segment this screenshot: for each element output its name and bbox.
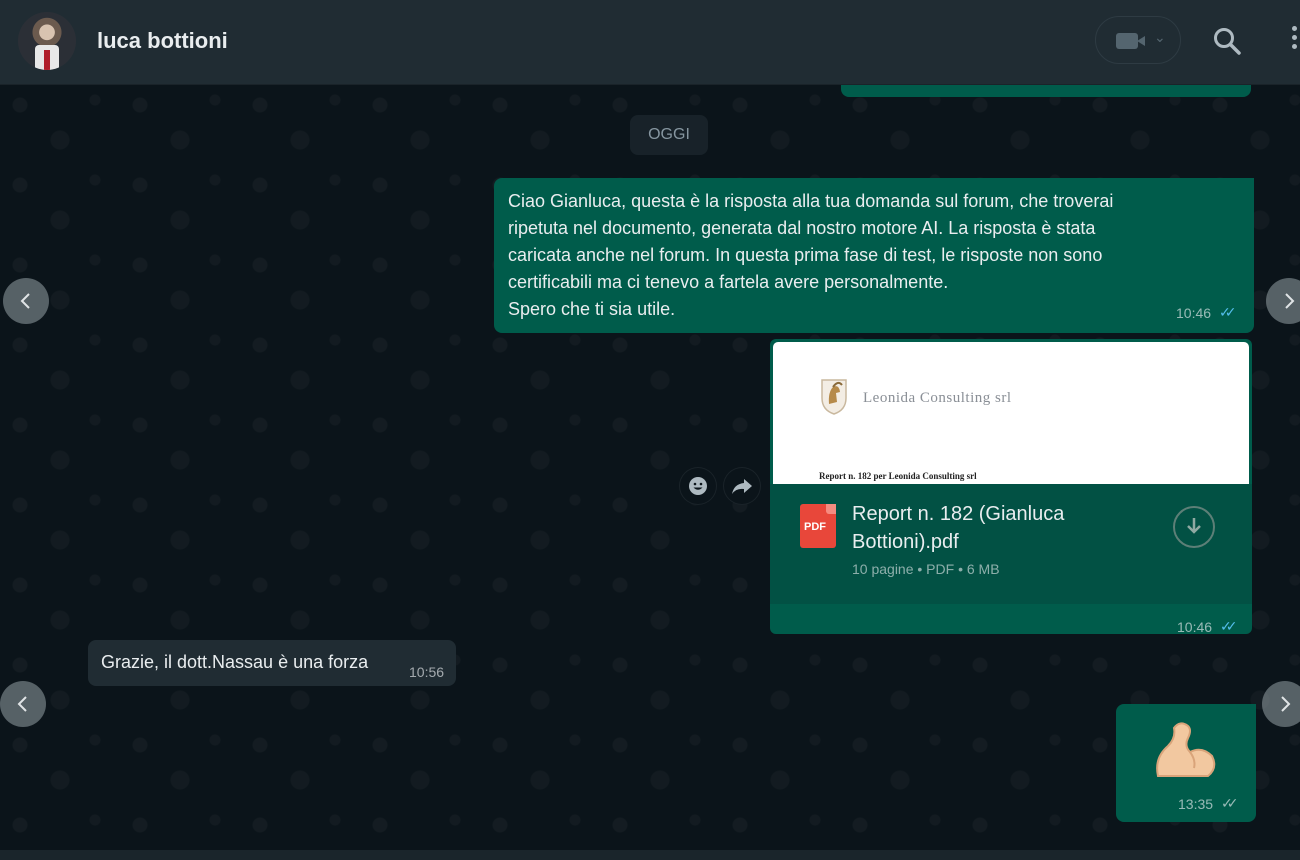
footer-strip [0, 850, 1300, 860]
outgoing-message[interactable]: Ciao Gianluca, questa è la risposta alla… [494, 178, 1254, 333]
chevron-left-icon [17, 696, 27, 712]
forward-arrow-icon [732, 479, 752, 494]
chevron-right-icon [1281, 696, 1291, 712]
message-text: Ciao Gianluca, questa è la risposta alla… [508, 191, 1114, 319]
pdf-file-icon: PDF [800, 504, 836, 548]
chevron-right-icon [1285, 293, 1295, 309]
message-time: 13:35 [1178, 796, 1214, 812]
flexed-biceps-emoji [1156, 722, 1216, 777]
message-time: 10:46 [1176, 305, 1212, 321]
document-info-row[interactable]: PDF Report n. 182 (Gianluca Bottioni).pd… [770, 484, 1252, 604]
previous-message-bubble [841, 85, 1251, 97]
pdf-preview[interactable]: Leonida Consulting srl Report n. 182 per… [773, 342, 1249, 484]
video-camera-icon [1116, 33, 1145, 49]
spartan-helmet-logo-icon [821, 379, 847, 415]
more-vertical-icon[interactable] [1288, 26, 1300, 56]
forward-button[interactable] [724, 468, 760, 504]
next-arrow-button[interactable] [1262, 681, 1300, 727]
read-ticks-icon: ✓✓ [1219, 304, 1237, 320]
message-time: 10:46 [1177, 619, 1213, 634]
prev-arrow-button[interactable] [3, 278, 49, 324]
outgoing-document-message[interactable]: Leonida Consulting srl Report n. 182 per… [770, 339, 1252, 634]
chevron-down-icon: ⌄ [1154, 29, 1166, 45]
incoming-message[interactable]: Grazie, il dott.Nassau è una forza 10:56 [88, 640, 456, 686]
message-time: 10:56 [409, 664, 445, 680]
contact-avatar[interactable] [18, 12, 76, 70]
preview-report-title: Report n. 182 per Leonida Consulting srl [819, 471, 977, 481]
contact-name[interactable]: luca bottioni [97, 28, 228, 54]
chat-header: luca bottioni ⌄ [0, 0, 1300, 85]
download-arrow-icon [1187, 518, 1201, 534]
smiley-icon [689, 477, 707, 495]
video-call-button[interactable]: ⌄ [1095, 16, 1181, 64]
pdf-badge-label: PDF [804, 521, 826, 533]
preview-company-name: Leonida Consulting srl [863, 390, 1012, 406]
date-separator: OGGI [630, 115, 708, 155]
file-name: Report n. 182 (Gianluca Bottioni).pdf [852, 503, 1065, 553]
chevron-left-icon [20, 293, 30, 309]
file-meta: 10 pagine • PDF • 6 MB [852, 561, 1000, 577]
read-ticks-icon: ✓✓ [1220, 618, 1238, 634]
message-text: Grazie, il dott.Nassau è una forza [101, 652, 369, 672]
delivered-ticks-icon: ✓✓ [1221, 795, 1239, 811]
outgoing-emoji-message[interactable]: 13:35 ✓✓ [1116, 704, 1256, 822]
chat-area[interactable]: OGGI Ciao Gianluca, questa è la risposta… [0, 85, 1300, 850]
avatar-tie [44, 50, 50, 70]
download-button[interactable] [1173, 506, 1215, 548]
search-icon[interactable] [1212, 26, 1242, 56]
prev-arrow-button[interactable] [0, 681, 46, 727]
emoji-reaction-button[interactable] [680, 468, 716, 504]
next-arrow-button[interactable] [1266, 278, 1300, 324]
